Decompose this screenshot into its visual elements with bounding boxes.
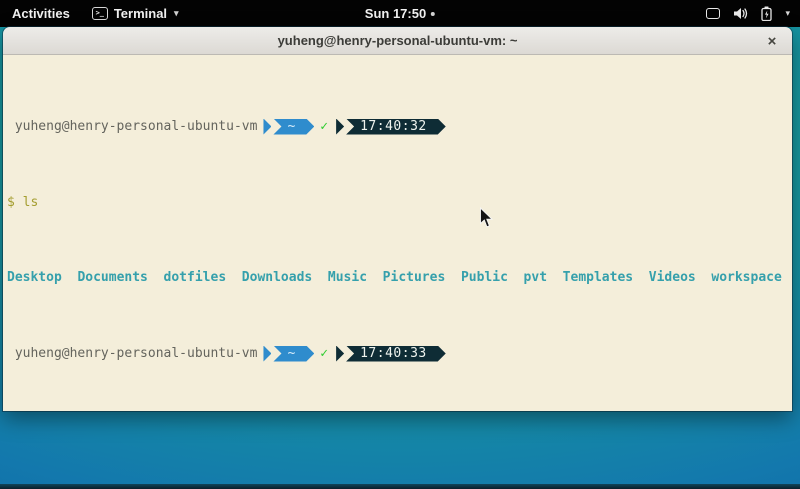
directory-name: Pictures <box>383 270 446 285</box>
battery-charging-icon <box>761 6 772 21</box>
powerline-arrow-icon <box>263 119 271 135</box>
prompt-time-segment: 17:40:32 <box>336 119 446 135</box>
directory-name: Music <box>328 270 367 285</box>
prompt-user-host: yuheng@henry-personal-ubuntu-vm <box>7 346 257 361</box>
check-icon: ✓ <box>320 119 328 134</box>
clock-button[interactable]: Sun 17:50 <box>365 0 435 27</box>
terminal-window: yuheng@henry-personal-ubuntu-vm: ~ × yuh… <box>3 27 792 411</box>
prompt-cwd-segment: ~ <box>263 346 314 362</box>
directory-name: Templates <box>563 270 633 285</box>
window-titlebar[interactable]: yuheng@henry-personal-ubuntu-vm: ~ × <box>3 27 792 55</box>
directory-name: Downloads <box>242 270 312 285</box>
app-menu-terminal[interactable]: >_ Terminal ▾ <box>82 0 189 27</box>
chevron-down-icon: ▾ <box>785 8 790 19</box>
clock-label: Sun 17:50 <box>365 6 426 21</box>
notification-dot-icon <box>431 12 435 16</box>
volume-icon <box>733 7 748 20</box>
prompt-timestamp: 17:40:33 <box>346 346 446 362</box>
directory-name: Public <box>461 270 508 285</box>
directory-name: pvt <box>524 270 547 285</box>
app-menu-label: Terminal <box>114 6 167 21</box>
directory-name: dotfiles <box>164 270 227 285</box>
chevron-down-icon: ▾ <box>174 8 179 19</box>
top-bar: Activities >_ Terminal ▾ Sun 17:50 ▾ <box>0 0 800 27</box>
prompt-cwd-segment: ~ <box>263 119 314 135</box>
desktop-bottom-edge <box>0 484 800 489</box>
typed-command: ls <box>23 195 39 210</box>
powerline-arrow-icon <box>263 346 271 362</box>
directory-name: Videos <box>649 270 696 285</box>
ls-output-line: Desktop Documents dotfiles Downloads Music Pi… <box>7 270 788 285</box>
check-icon: ✓ <box>320 346 328 361</box>
display-icon <box>706 8 720 19</box>
terminal-app-icon: >_ <box>92 7 108 20</box>
prompt-cwd: ~ <box>273 346 314 362</box>
system-status-area[interactable]: ▾ <box>706 0 790 27</box>
prompt-user-host: yuheng@henry-personal-ubuntu-vm <box>7 119 257 134</box>
prompt-time-segment: 17:40:33 <box>336 346 446 362</box>
prompt-line: yuheng@henry-personal-ubuntu-vm ~ ✓ 17:4… <box>7 118 788 135</box>
powerline-arrow-icon <box>336 346 344 362</box>
directory-name: Desktop <box>7 270 62 285</box>
directory-name: workspace <box>711 270 781 285</box>
powerline-arrow-icon <box>336 119 344 135</box>
prompt-symbol: $ <box>7 195 15 210</box>
prompt-timestamp: 17:40:32 <box>346 119 446 135</box>
directory-name: Documents <box>77 270 147 285</box>
prompt-line: yuheng@henry-personal-ubuntu-vm ~ ✓ 17:4… <box>7 345 788 362</box>
command-line: $ ls <box>7 195 788 210</box>
prompt-cwd: ~ <box>273 119 314 135</box>
close-icon[interactable]: × <box>761 30 783 52</box>
window-title: yuheng@henry-personal-ubuntu-vm: ~ <box>278 33 518 48</box>
activities-button[interactable]: Activities <box>0 0 82 27</box>
terminal-content-area[interactable]: yuheng@henry-personal-ubuntu-vm ~ ✓ 17:4… <box>3 55 792 411</box>
